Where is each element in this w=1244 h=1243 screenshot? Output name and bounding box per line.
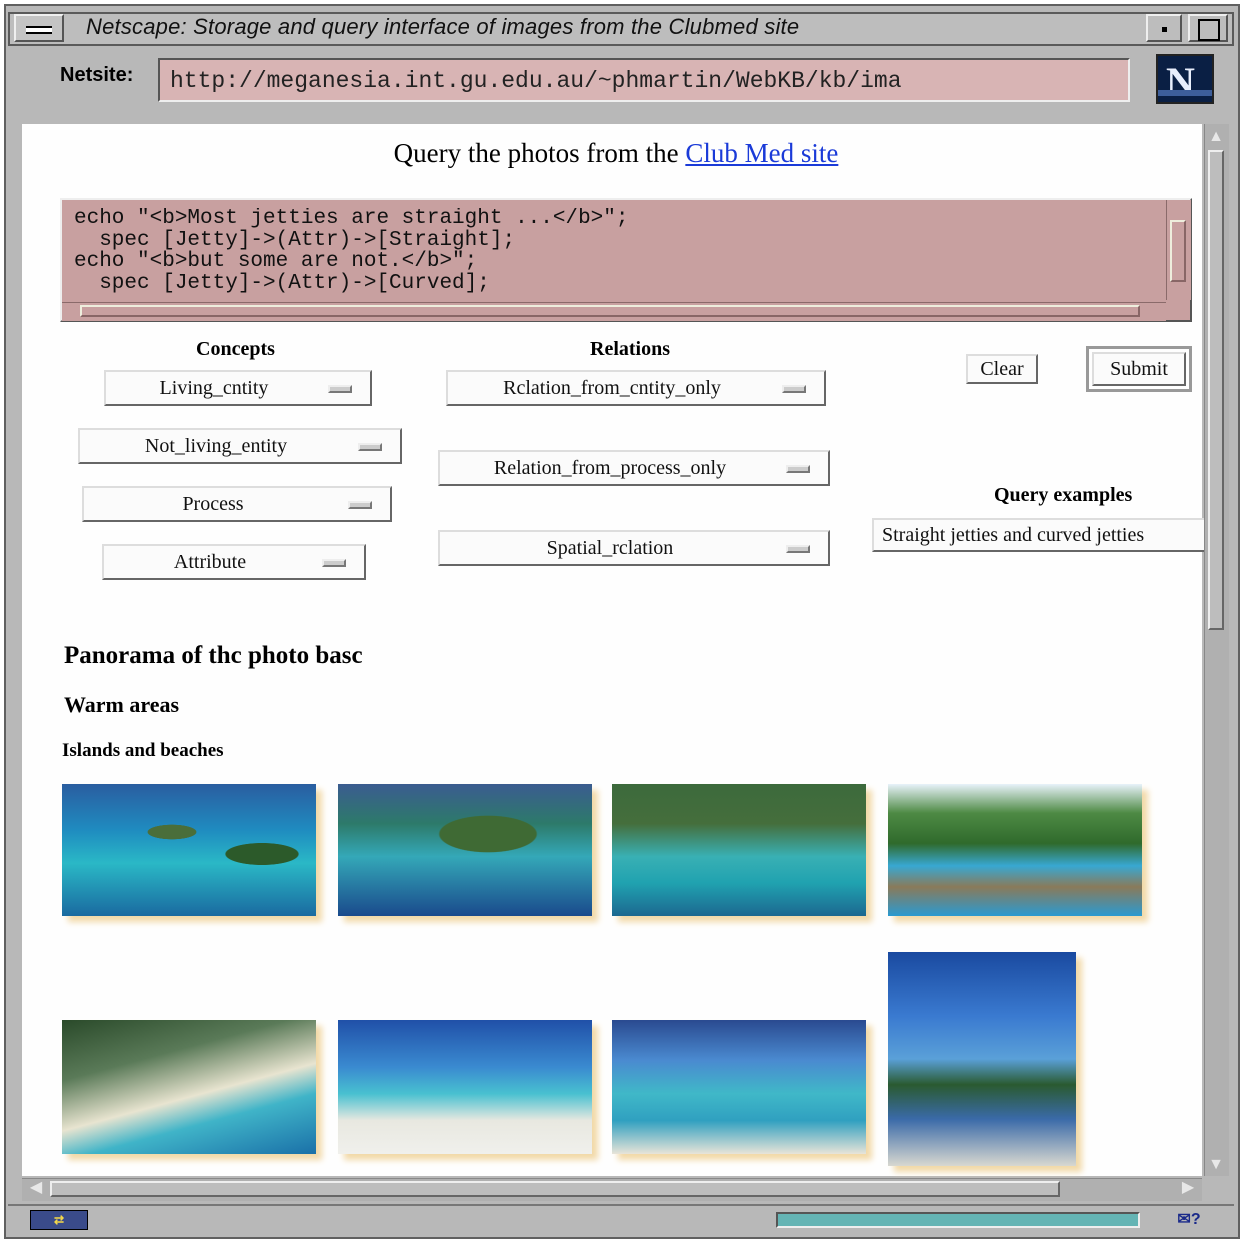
relations-header: Relations [590,338,670,360]
vertical-scroll-thumb[interactable] [1208,150,1224,630]
logo-letter: N [1166,59,1195,104]
panorama-heading: Panorama of thc photo basc [64,642,363,669]
maximize-button[interactable] [1188,14,1228,42]
select-label: Living_cntity [159,377,269,399]
query-vertical-thumb[interactable] [1170,220,1186,282]
dropdown-icon [322,559,346,567]
netscape-logo[interactable]: N [1156,54,1214,104]
concepts-header: Concepts [196,338,275,360]
dropdown-icon [328,385,352,393]
select-label: Relation_from_process_only [493,457,727,479]
club-med-link[interactable]: Club Med site [685,138,838,168]
clear-button[interactable]: Clear [966,354,1038,384]
photo-coastline-aerial[interactable] [62,1020,316,1154]
concept-select-living-entity[interactable]: Living_cntity [104,370,372,406]
scroll-left-arrow-icon[interactable]: ◀ [24,1178,48,1198]
select-label: Process [182,493,244,515]
window-title: Netscape: Storage and query interface of… [86,14,800,39]
photo-palm-beach[interactable] [338,1020,592,1154]
select-label: Rclation_from_cntity_only [503,377,721,399]
progress-bar [776,1212,1140,1228]
dropdown-icon [782,385,806,393]
concept-select-not-living-entity[interactable]: Not_living_entity [78,428,402,464]
relation-select-spatial[interactable]: Spatial_rclation [438,530,830,566]
query-examples-select[interactable]: Straight jetties and curved jetties [872,518,1206,552]
heading-text: Query the photos from the [393,138,686,168]
scroll-up-arrow-icon[interactable]: ▲ [1206,128,1226,146]
concept-select-process[interactable]: Process [82,486,392,522]
dropdown-icon [786,465,810,473]
scroll-right-arrow-icon[interactable]: ▶ [1176,1178,1200,1198]
relation-select-from-process[interactable]: Relation_from_process_only [438,450,830,486]
netsite-label: Netsite: [60,64,134,86]
page-heading: Query the photos from the Club Med site [0,138,1232,169]
select-label: Attribute [173,551,247,573]
query-examples-header: Query examples [994,484,1133,506]
relation-select-from-entity[interactable]: Rclation_from_cntity_only [446,370,826,406]
photo-leaning-palm[interactable] [612,1020,866,1154]
photo-curved-jetty[interactable] [612,784,866,916]
select-label: Not_living_entity [144,435,288,457]
mail-icon[interactable]: ✉? [1160,1210,1218,1230]
warm-areas-heading: Warm areas [64,692,180,717]
query-text[interactable]: echo "<b>Most jetties are straight ...</… [74,208,1164,300]
photo-island-aerial[interactable] [62,784,316,916]
query-horizontal-thumb[interactable] [80,305,1140,317]
islands-heading: Islands and beaches [62,740,224,761]
photo-palm-pier[interactable] [888,952,1076,1166]
dropdown-icon [786,545,810,553]
concept-select-attribute[interactable]: Attribute [102,544,366,580]
dropdown-icon [358,443,382,451]
photo-lagoon-resort[interactable] [338,784,592,916]
window-menu-button[interactable] [14,14,64,42]
security-icon[interactable]: ⇄ [30,1210,88,1230]
minimize-button[interactable] [1146,14,1182,42]
dropdown-icon [348,501,372,509]
scroll-down-arrow-icon[interactable]: ▼ [1206,1156,1226,1174]
horizontal-scroll-thumb[interactable] [50,1181,1060,1197]
url-field[interactable]: http://meganesia.int.gu.edu.au/~phmartin… [158,58,1130,102]
select-label: Spatial_rclation [546,537,674,559]
submit-button[interactable]: Submit [1092,352,1186,386]
photo-straight-jetty[interactable] [888,784,1142,916]
